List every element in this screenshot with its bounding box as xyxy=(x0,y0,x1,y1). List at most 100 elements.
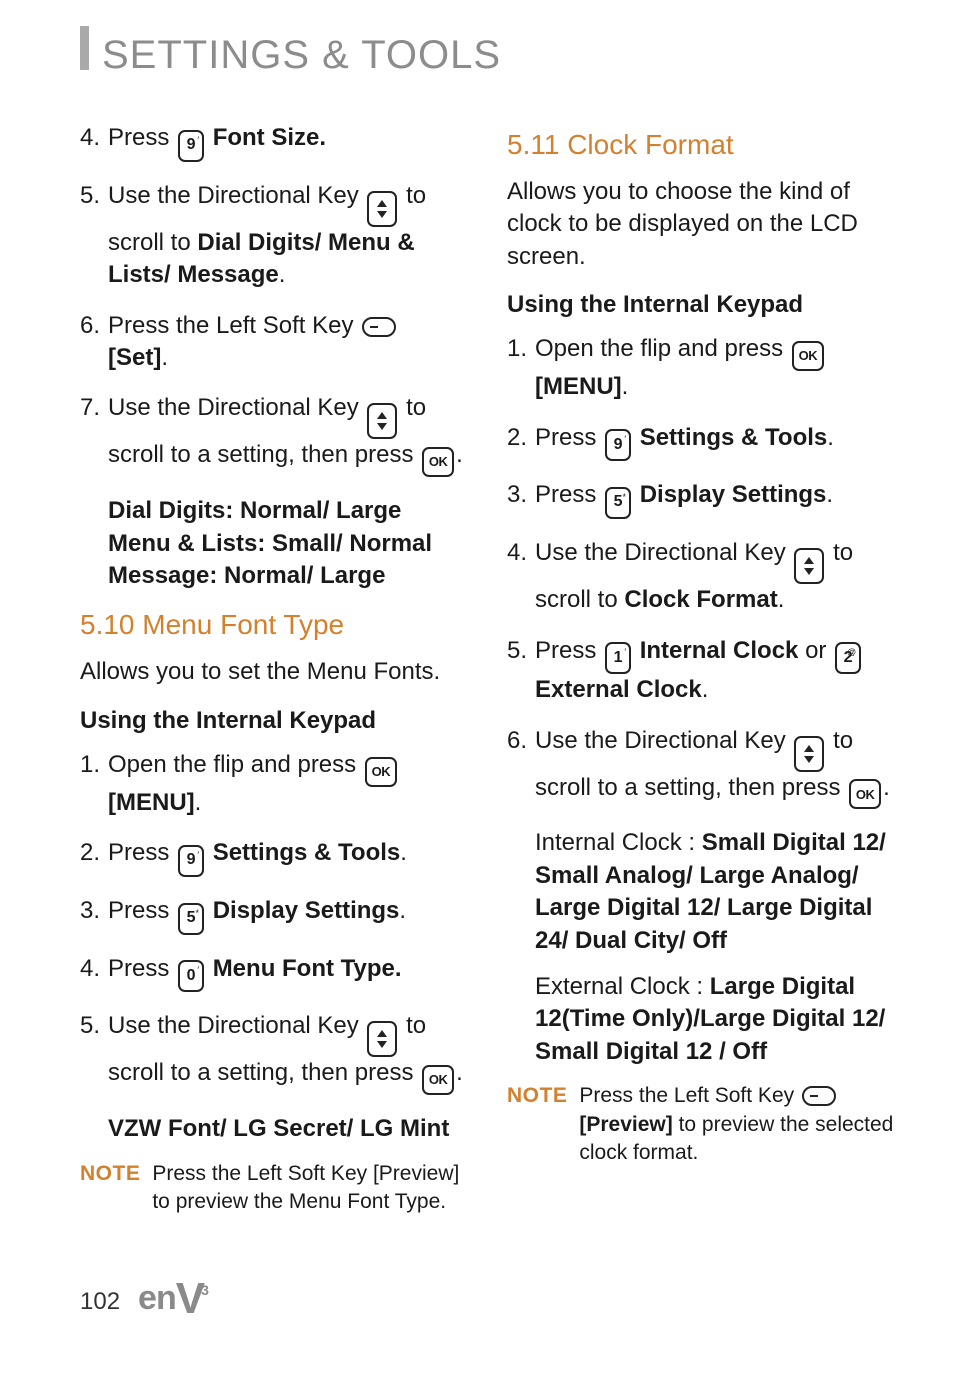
directional-key-icon xyxy=(794,548,824,584)
step-text: Press xyxy=(108,897,176,924)
step-5: 5. Press 1 Internal Clock or 2 External … xyxy=(507,635,894,707)
content-columns: 4. Press 9 Font Size. 5. Use the Directi… xyxy=(80,114,894,1216)
step-5: 5. Use the Directional Key to scroll to … xyxy=(80,1010,467,1095)
section-heading-5-11: 5.11 Clock Format xyxy=(507,126,894,164)
step-text: . xyxy=(883,774,890,801)
directional-key-icon xyxy=(367,403,397,439)
step-text: Use the Directional Key xyxy=(535,727,792,754)
step-text: Press xyxy=(535,481,603,508)
step-number: 5. xyxy=(80,180,100,212)
step-bold: Display Settings xyxy=(640,481,827,508)
sub-heading: Using the Internal Keypad xyxy=(507,289,894,321)
step-number: 1. xyxy=(80,749,100,781)
note-text: Press the Left Soft Key xyxy=(579,1084,800,1107)
step-7: 7. Use the Directional Key to scroll to … xyxy=(80,392,467,477)
step-number: 6. xyxy=(507,725,527,757)
note-block: NOTE Press the Left Soft Key [Preview] t… xyxy=(507,1082,894,1167)
step-text: or xyxy=(805,637,833,664)
step-text: Press the Left Soft Key xyxy=(108,312,360,339)
note-body: Press the Left Soft Key [Preview] to pre… xyxy=(152,1160,467,1217)
step-number: 3. xyxy=(80,895,100,927)
step-text: . xyxy=(778,586,785,613)
step-1: 1. Open the flip and press OK [MENU]. xyxy=(507,333,894,403)
header-rule xyxy=(80,26,89,70)
step-3: 3. Press 5 Display Settings. xyxy=(507,479,894,519)
step-number: 5. xyxy=(80,1010,100,1042)
note-label: NOTE xyxy=(80,1160,140,1217)
step-4: 4. Press 0 Menu Font Type. xyxy=(80,953,467,993)
internal-clock-options: Internal Clock : Small Digital 12/ Small… xyxy=(535,827,894,957)
step-bold: Settings & Tools xyxy=(213,839,401,866)
step-text: Use the Directional Key xyxy=(108,1012,365,1039)
directional-key-icon xyxy=(367,1021,397,1057)
left-column: 4. Press 9 Font Size. 5. Use the Directi… xyxy=(80,114,467,1216)
step-number: 1. xyxy=(507,333,527,365)
right-column: 5.11 Clock Format Allows you to choose t… xyxy=(507,114,894,1216)
sec10-steps: 1. Open the flip and press OK [MENU]. 2.… xyxy=(80,749,467,1095)
left-soft-key-icon xyxy=(362,317,396,337)
step-text: . xyxy=(279,261,286,288)
key-5-icon: 5 xyxy=(178,903,204,935)
step-number: 6. xyxy=(80,310,100,342)
step-bold: [Set] xyxy=(108,344,161,371)
step-text: Press xyxy=(535,637,603,664)
step-bold: Internal Clock xyxy=(640,637,799,664)
step-2: 2. Press 9 Settings & Tools. xyxy=(80,837,467,877)
step-text: . xyxy=(826,481,833,508)
font-options: VZW Font/ LG Secret/ LG Mint xyxy=(108,1113,467,1145)
key-2-icon: 2 xyxy=(835,642,861,674)
left-soft-key-icon xyxy=(802,1086,836,1106)
ok-key-icon: OK xyxy=(422,447,454,477)
step-bold: Clock Format xyxy=(624,586,777,613)
step-text: Use the Directional Key xyxy=(535,539,792,566)
option-line: Dial Digits: Normal/ Large xyxy=(108,495,467,527)
options-block: Dial Digits: Normal/ Large Menu & Lists:… xyxy=(108,495,467,592)
ok-key-icon: OK xyxy=(849,779,881,809)
step-text: Press xyxy=(108,839,176,866)
ok-key-icon: OK xyxy=(792,341,824,371)
section-heading-5-10: 5.10 Menu Font Type xyxy=(80,606,467,644)
step-text: . xyxy=(456,1059,463,1086)
step-2: 2. Press 9 Settings & Tools. xyxy=(507,422,894,462)
step-text: . xyxy=(622,373,629,400)
step-text: Open the flip and press xyxy=(108,751,363,778)
step-number: 4. xyxy=(80,953,100,985)
label: Internal Clock : xyxy=(535,829,702,856)
step-text: . xyxy=(399,897,406,924)
section-intro: Allows you to choose the kind of clock t… xyxy=(507,176,894,273)
option-line: Menu & Lists: Small/ Normal xyxy=(108,528,467,560)
step-bold: [MENU] xyxy=(535,373,622,400)
sub-heading: Using the Internal Keypad xyxy=(80,705,467,737)
key-9-icon: 9 xyxy=(178,130,204,162)
step-5: 5. Use the Directional Key to scroll to … xyxy=(80,180,467,292)
step-number: 7. xyxy=(80,392,100,424)
page-title: SETTINGS & TOOLS xyxy=(102,28,894,82)
note-label: NOTE xyxy=(507,1082,567,1167)
step-bold: Display Settings xyxy=(213,897,400,924)
step-bold: Menu Font Type. xyxy=(213,955,402,982)
step-1: 1. Open the flip and press OK [MENU]. xyxy=(80,749,467,819)
step-6: 6. Use the Directional Key to scroll to … xyxy=(507,725,894,810)
step-4: 4. Press 9 Font Size. xyxy=(80,122,467,162)
step-number: 2. xyxy=(507,422,527,454)
page-footer: 102 enV3 xyxy=(80,1269,208,1328)
section-intro: Allows you to set the Menu Fonts. xyxy=(80,656,467,688)
step-text: . xyxy=(456,441,463,468)
step-number: 3. xyxy=(507,479,527,511)
step-bold: External Clock xyxy=(535,676,702,703)
step-bold: Settings & Tools xyxy=(640,424,828,451)
step-number: 4. xyxy=(80,122,100,154)
directional-key-icon xyxy=(794,736,824,772)
label: External Clock : xyxy=(535,973,710,1000)
external-clock-options: External Clock : Large Digital 12(Time O… xyxy=(535,971,894,1068)
step-text: . xyxy=(702,676,709,703)
key-0-icon: 0 xyxy=(178,960,204,992)
step-text: . xyxy=(400,839,407,866)
step-number: 5. xyxy=(507,635,527,667)
step-text: . xyxy=(827,424,834,451)
brand-v: V xyxy=(176,1274,204,1323)
step-text: . xyxy=(195,789,202,816)
note-block: NOTE Press the Left Soft Key [Preview] t… xyxy=(80,1160,467,1217)
step-text: Use the Directional Key xyxy=(108,182,365,209)
step-bold: Font Size. xyxy=(213,124,326,151)
